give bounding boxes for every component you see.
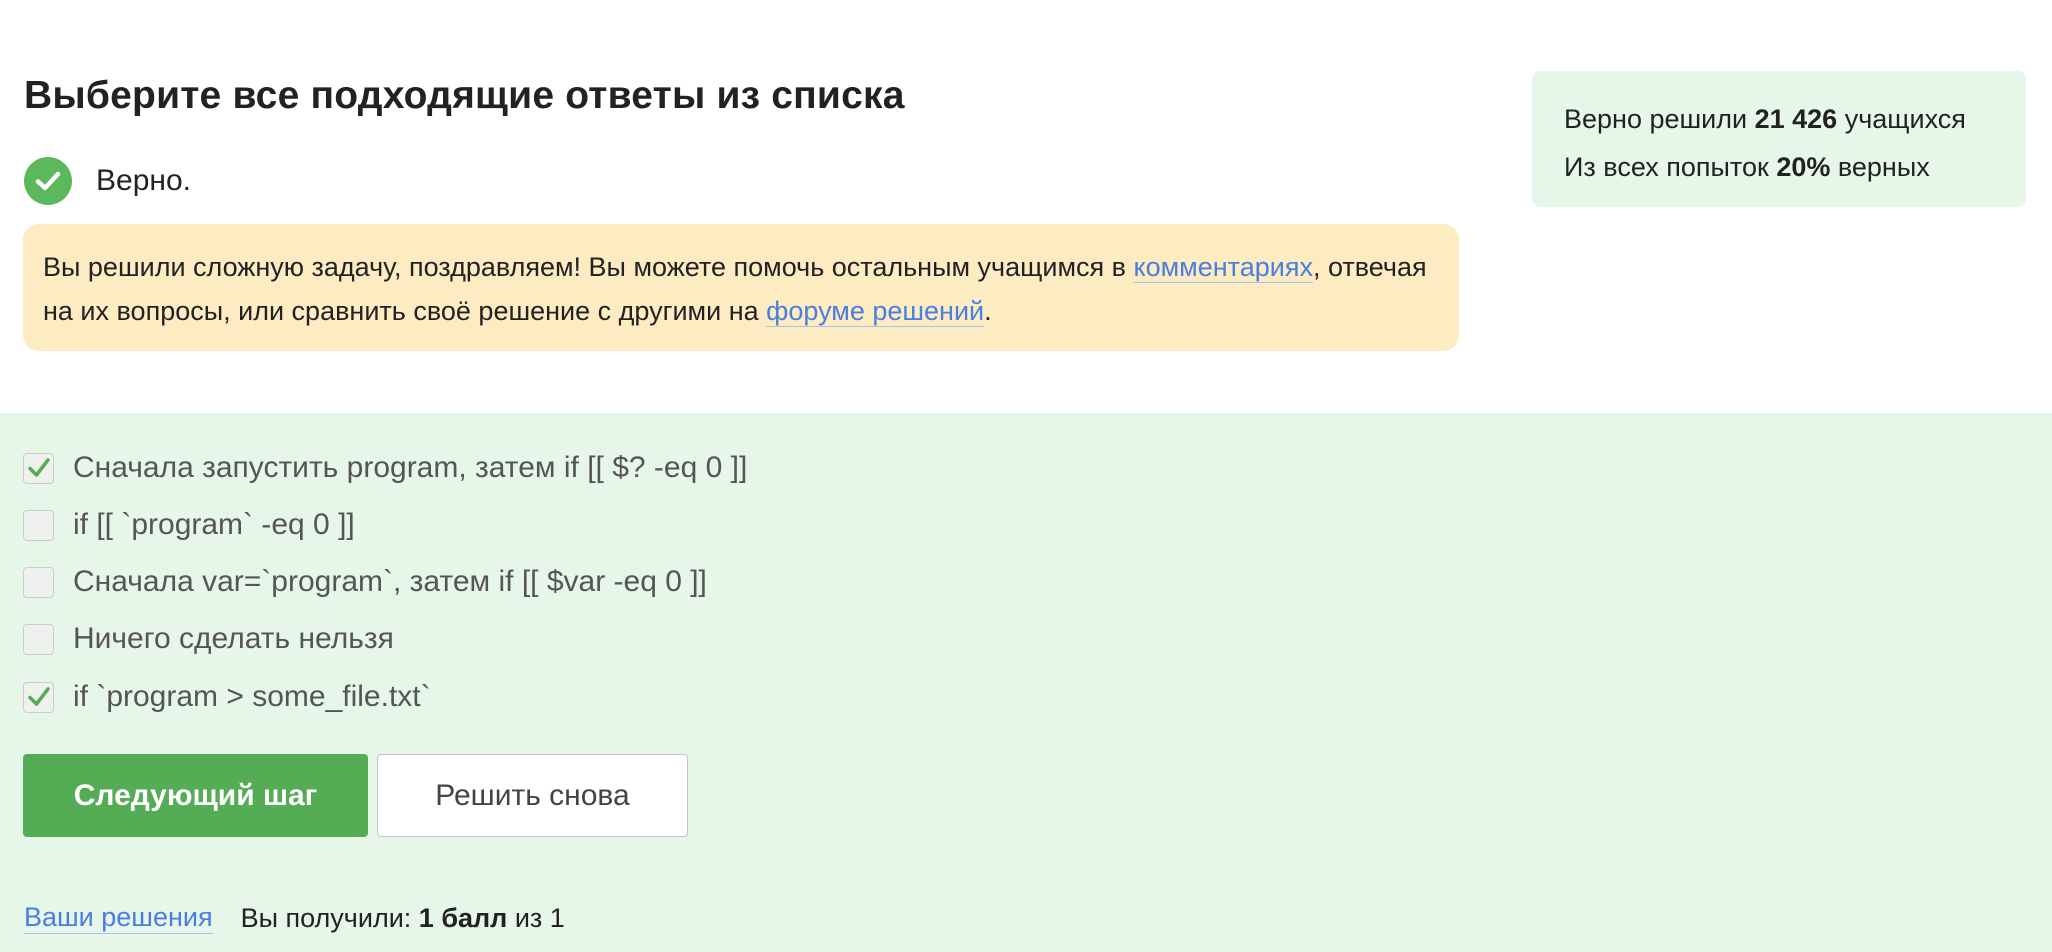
check-circle-icon xyxy=(24,157,72,205)
answer-checkbox[interactable] xyxy=(23,566,54,598)
solve-again-button[interactable]: Решить снова xyxy=(377,754,688,837)
notice-text-before: Вы решили сложную задачу, поздравляем! В… xyxy=(43,252,1134,282)
answer-option[interactable]: Сначала var=`program`, затем if [[ $var … xyxy=(23,564,707,600)
answer-option-label: if [[ `program` -eq 0 ]] xyxy=(73,508,355,541)
notice-text-after: . xyxy=(984,296,992,326)
your-solutions-link[interactable]: Ваши решения xyxy=(24,902,213,934)
answer-checkbox[interactable] xyxy=(23,452,54,484)
answer-option-label: Ничего сделать нельзя xyxy=(73,622,394,655)
answer-option[interactable]: Сначала запустить program, затем if [[ $… xyxy=(23,450,747,486)
attempts-percent: 20% xyxy=(1776,152,1831,182)
solved-stat: Верно решили 21 426 учащихся xyxy=(1564,95,2026,143)
stats-panel: Верно решили 21 426 учащихся Из всех поп… xyxy=(1532,71,2026,207)
solved-count: 21 426 xyxy=(1754,104,1838,134)
answer-option[interactable]: Ничего сделать нельзя xyxy=(23,621,394,657)
checkmark-icon xyxy=(27,687,50,706)
congrats-notice: Вы решили сложную задачу, поздравляем! В… xyxy=(23,224,1459,351)
attempts-prefix: Из всех попыток xyxy=(1564,152,1777,182)
checkmark-icon xyxy=(27,458,50,477)
next-step-button[interactable]: Следующий шаг xyxy=(23,754,368,837)
comments-link[interactable]: комментариях xyxy=(1133,252,1313,283)
answer-option-label: Сначала запустить program, затем if [[ $… xyxy=(73,451,748,484)
solutions-forum-link[interactable]: форуме решений xyxy=(766,296,985,327)
status-row: Верно. xyxy=(24,156,191,206)
solved-prefix: Верно решили xyxy=(1564,104,1755,134)
answer-option[interactable]: if [[ `program` -eq 0 ]] xyxy=(23,507,355,543)
attempts-suffix: верных xyxy=(1830,152,1930,182)
score-prefix: Вы получили: xyxy=(240,902,419,933)
answer-option[interactable]: if `program > some_file.txt` xyxy=(23,679,431,715)
solved-suffix: учащихся xyxy=(1837,104,1966,134)
status-text: Верно. xyxy=(96,164,191,197)
answer-option-label: if `program > some_file.txt` xyxy=(73,680,431,713)
answer-checkbox[interactable] xyxy=(23,681,54,713)
answer-checkbox[interactable] xyxy=(23,623,54,655)
score-suffix: из 1 xyxy=(507,902,565,933)
task-title: Выберите все подходящие ответы из списка xyxy=(24,74,905,117)
footer: Ваши решения Вы получили: 1 балл из 1 xyxy=(24,902,565,934)
answer-option-label: Сначала var=`program`, затем if [[ $var … xyxy=(73,565,707,598)
attempts-stat: Из всех попыток 20% верных xyxy=(1564,143,2026,191)
score-text: Вы получили: 1 балл из 1 xyxy=(241,903,565,934)
answer-checkbox[interactable] xyxy=(23,509,54,541)
score-value: 1 балл xyxy=(418,902,508,933)
